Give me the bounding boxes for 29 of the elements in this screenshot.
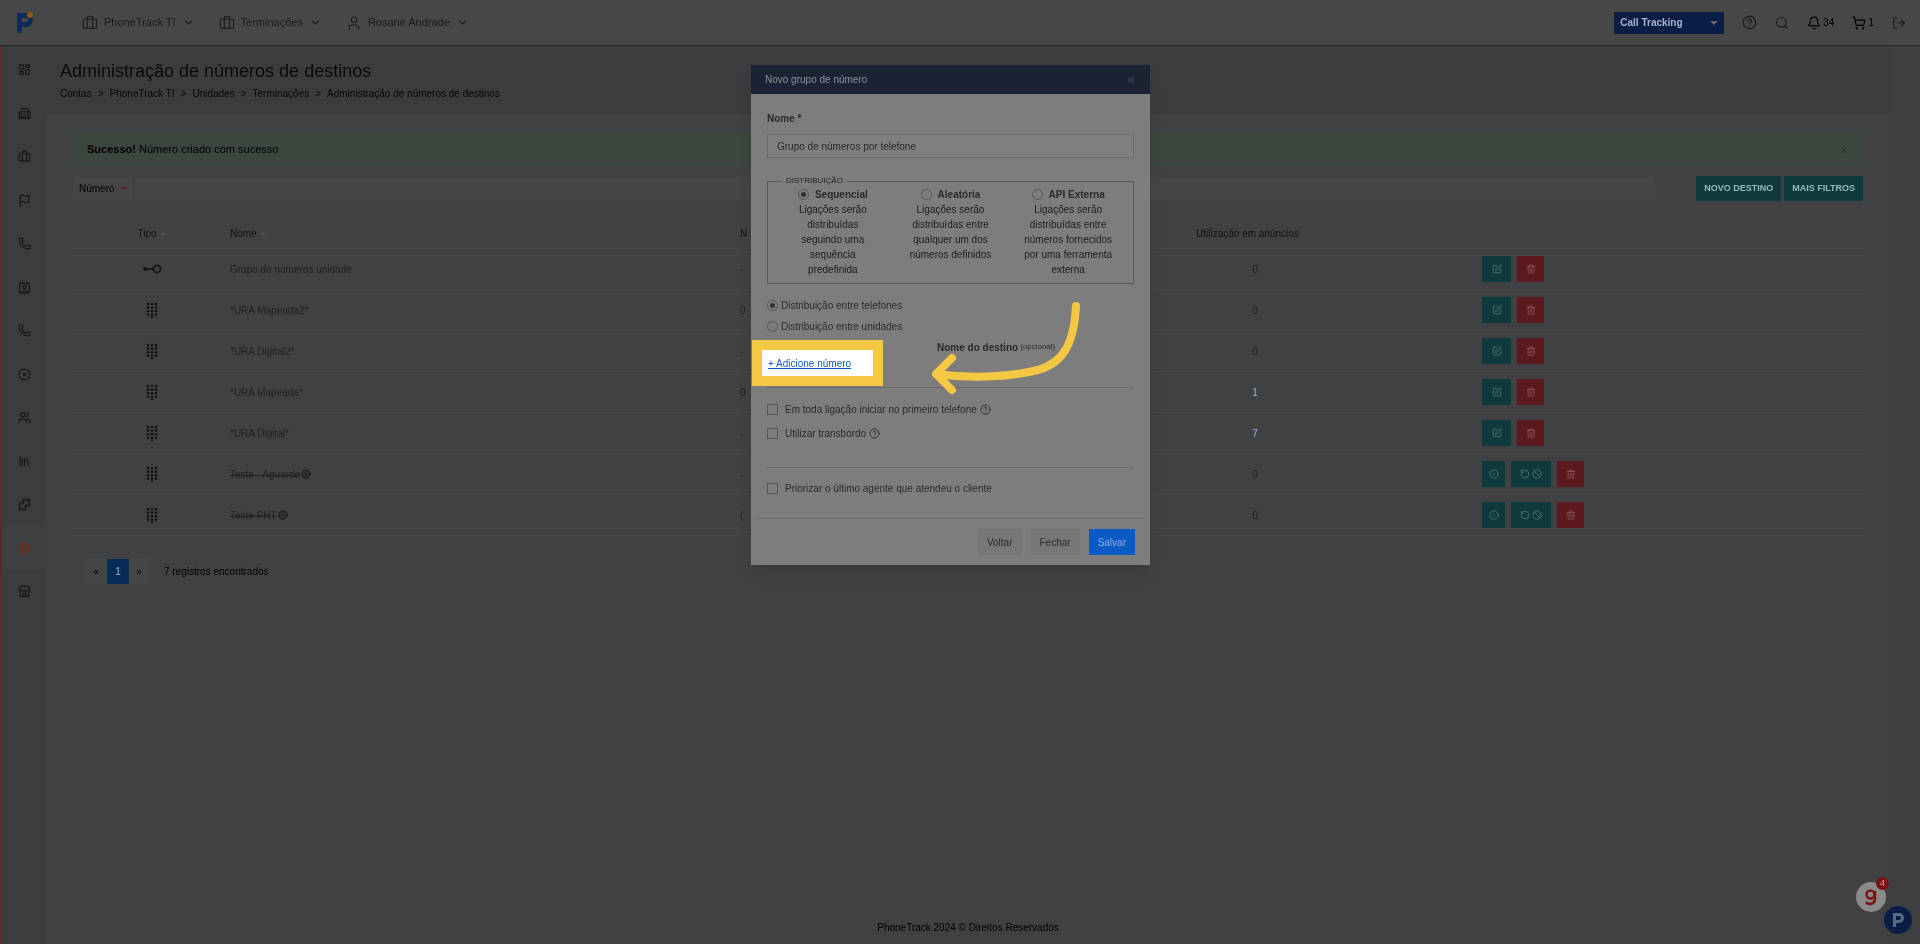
alert-message: Sucesso! Número criado com sucesso bbox=[87, 142, 279, 158]
table-cell-text: - bbox=[740, 344, 745, 359]
option-description: Ligações serão distribuídas entre qualquer um dos números definidos bbox=[908, 203, 993, 262]
table-cell-text: - bbox=[740, 426, 745, 441]
column-header: Nome do destino bbox=[937, 340, 1019, 355]
footer-text: PhoneTrack 2024 © Direitos Reservados bbox=[877, 920, 1059, 935]
notification-badge: 4 bbox=[1876, 877, 1889, 890]
modal-title: Novo grupo de número bbox=[765, 73, 868, 87]
breadcrumb-separator: > bbox=[240, 87, 247, 101]
checkbox-label: Utilizar transbordo bbox=[785, 427, 867, 441]
checkbox-label: Priorizar o último agente que atendeu o cliente bbox=[785, 482, 992, 496]
breadcrumb-separator: > bbox=[315, 87, 322, 101]
records-count: 7 registros encontrados bbox=[164, 565, 269, 579]
table-cell-text: ( bbox=[740, 508, 745, 523]
breadcrumb-separator: > bbox=[97, 87, 104, 101]
hint-text: (opcional) bbox=[1020, 341, 1056, 353]
table-cell-text: - bbox=[740, 467, 745, 482]
option-description: Ligações serão distribuídas seguindo uma sequência predefinida bbox=[797, 203, 868, 277]
radio-label: Distribuição entre telefones bbox=[781, 299, 903, 313]
checkbox-label: Em toda ligação iniciar no primeiro telefone bbox=[785, 403, 977, 417]
breadcrumb-separator: > bbox=[180, 87, 187, 101]
option-title: Sequencial bbox=[814, 188, 868, 202]
radio-label: Distribuição entre unidades bbox=[781, 320, 903, 334]
option-title: Aleatória bbox=[937, 188, 981, 202]
option-title: API Externa bbox=[1048, 188, 1105, 202]
table-cell-text: - bbox=[740, 262, 745, 277]
option-description: Ligações serão distribuídas entre números fornecidos por uma ferramenta externa bbox=[1023, 203, 1114, 277]
field-label: Nome * bbox=[767, 112, 803, 126]
group-legend: DISTRIBUIÇÃO bbox=[782, 175, 847, 187]
